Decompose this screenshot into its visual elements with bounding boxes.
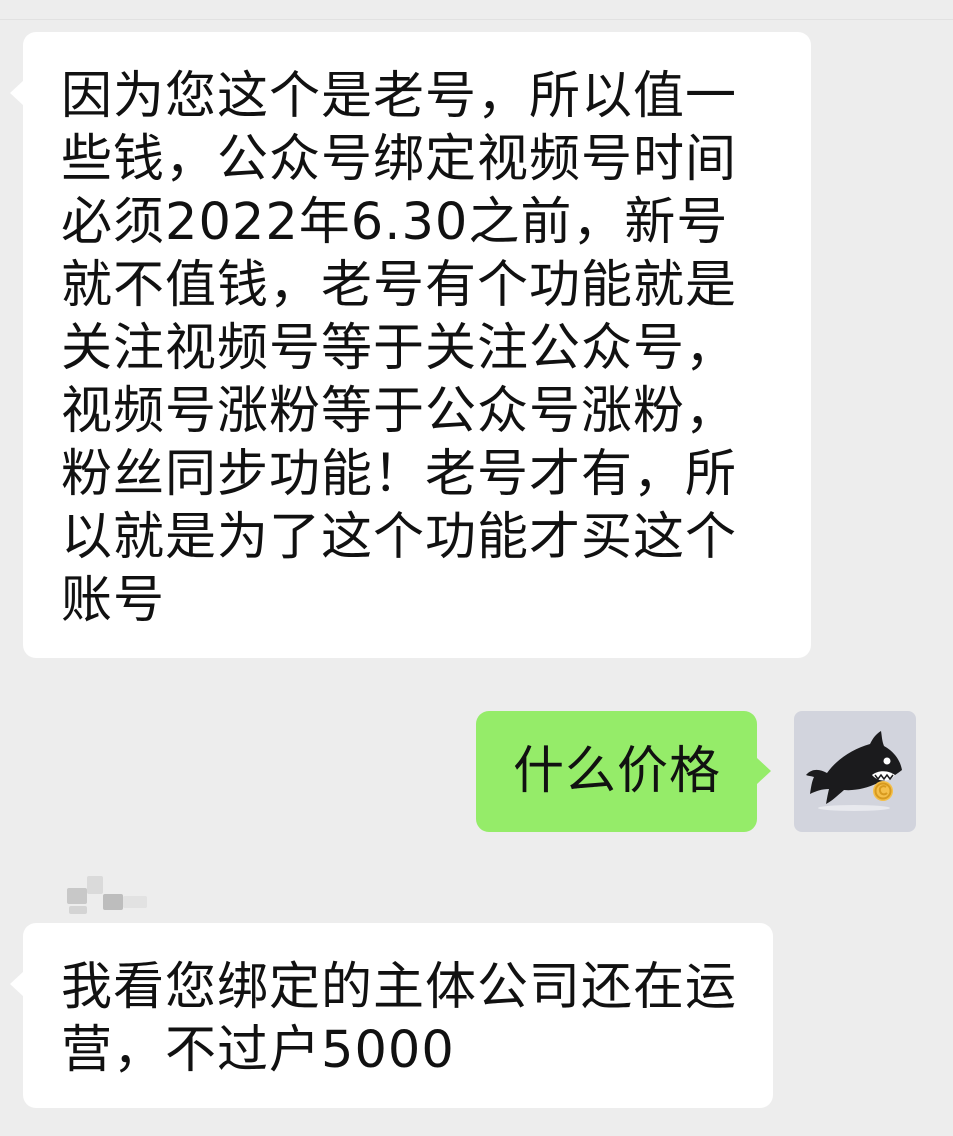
incoming-message-bubble[interactable]: 因为您这个是老号，所以值一些钱，公众号绑定视频号时间必须2022年6.30之前，… (10, 32, 811, 658)
self-avatar[interactable] (794, 711, 916, 832)
sender-name-redacted (67, 876, 149, 918)
incoming-message-bubble[interactable]: 我看您绑定的主体公司还在运营，不过户5000 (10, 923, 773, 1108)
shark-with-coin-icon (806, 731, 902, 811)
top-divider (0, 19, 953, 20)
outgoing-message-bubble[interactable]: 什么价格 (476, 711, 771, 832)
